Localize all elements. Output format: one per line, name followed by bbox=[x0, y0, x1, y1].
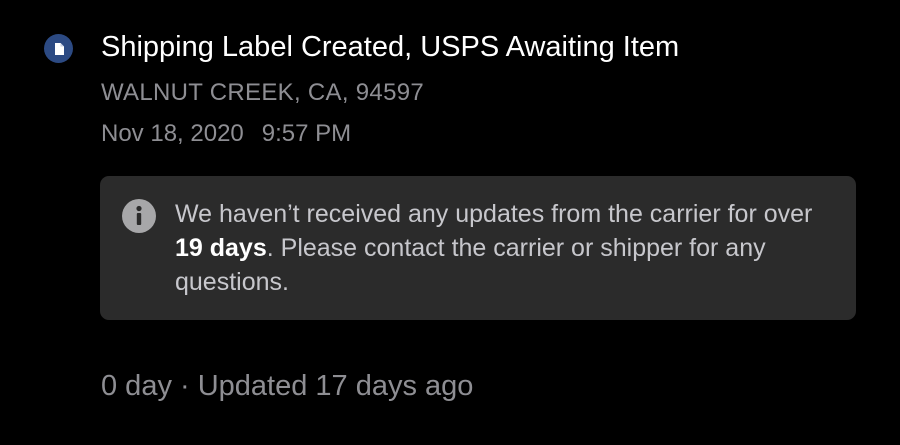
no-update-notice: We haven’t received any updates from the… bbox=[100, 176, 856, 320]
status-dot bbox=[44, 34, 73, 63]
tracking-event: Shipping Label Created, USPS Awaiting It… bbox=[0, 0, 900, 445]
event-location: WALNUT CREEK, CA, 94597 bbox=[101, 79, 425, 106]
event-timestamp: Nov 18, 2020 9:57 PM bbox=[101, 118, 351, 150]
event-date: Nov 18, 2020 bbox=[101, 120, 244, 147]
last-updated-text: 0 day · Updated 17 days ago bbox=[101, 370, 474, 402]
document-icon bbox=[54, 42, 64, 55]
info-icon bbox=[122, 199, 156, 233]
notice-message: We haven’t received any updates from the… bbox=[175, 197, 840, 299]
event-title: Shipping Label Created, USPS Awaiting It… bbox=[101, 31, 680, 63]
notice-highlight: 19 days bbox=[175, 234, 267, 262]
notice-text-before: We haven’t received any updates from the… bbox=[175, 200, 813, 228]
event-time: 9:57 PM bbox=[261, 120, 352, 147]
